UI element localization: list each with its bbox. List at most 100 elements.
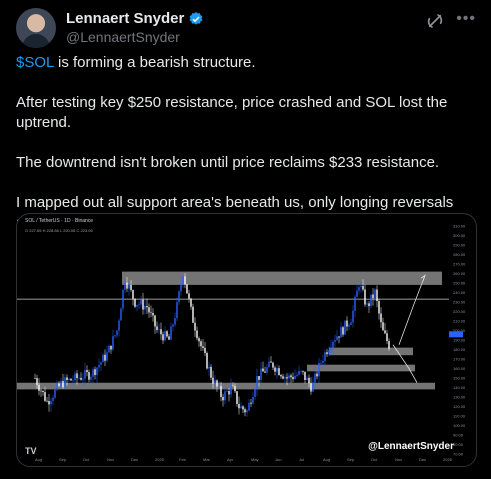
candle-body bbox=[168, 336, 170, 340]
candle-body bbox=[154, 315, 156, 327]
price-tick-label: 120.00 bbox=[453, 404, 466, 409]
grok-icon[interactable] bbox=[426, 12, 444, 30]
candle-body bbox=[244, 409, 246, 413]
candle-body bbox=[282, 376, 284, 379]
support-zone-1 bbox=[329, 347, 413, 356]
candle-body bbox=[312, 382, 314, 392]
price-tick-label: 240.00 bbox=[453, 290, 466, 295]
candle-body bbox=[150, 312, 152, 314]
tradingview-logo: TV bbox=[25, 446, 37, 456]
candle-body bbox=[276, 368, 278, 372]
post-line-1: $SOL is forming a bearish structure. bbox=[16, 53, 476, 73]
candle-body bbox=[328, 350, 330, 355]
current-price-tag bbox=[449, 331, 463, 338]
author-name[interactable]: Lennaert Snyder bbox=[66, 10, 184, 27]
post-line-3: The downtrend isn't broken until price r… bbox=[16, 154, 440, 171]
candle-body bbox=[232, 385, 234, 387]
candle-body bbox=[218, 386, 220, 387]
candle-body bbox=[250, 402, 252, 404]
candle-body bbox=[40, 390, 42, 392]
candle-body bbox=[110, 345, 112, 350]
time-tick-label: Aug bbox=[323, 457, 330, 462]
post-line-1-rest: is forming a bearish structure. bbox=[53, 54, 256, 71]
avatar[interactable] bbox=[16, 8, 56, 48]
candle-body bbox=[200, 341, 202, 347]
candle-body bbox=[86, 370, 88, 373]
candle-body bbox=[126, 282, 128, 289]
candle-body bbox=[262, 368, 264, 372]
candle-body bbox=[212, 377, 214, 384]
time-tick-label: Aug bbox=[35, 457, 42, 462]
candle-body bbox=[182, 276, 184, 285]
candle-body bbox=[142, 299, 144, 310]
post-text: $SOL is forming a bearish structure. Aft… bbox=[16, 53, 476, 233]
candle-body bbox=[324, 352, 326, 361]
time-tick-label: May bbox=[251, 457, 259, 462]
candle-body bbox=[82, 378, 84, 380]
candle-body bbox=[96, 367, 98, 376]
candle-body bbox=[298, 371, 300, 375]
candle-body bbox=[148, 307, 150, 313]
cashtag-link[interactable]: $SOL bbox=[16, 54, 54, 71]
time-tick-label: Sep bbox=[347, 457, 355, 462]
candle-body bbox=[372, 294, 374, 299]
candle-body bbox=[128, 285, 130, 289]
candle-body bbox=[270, 361, 272, 363]
candle-body bbox=[340, 327, 342, 338]
candle-body bbox=[336, 336, 338, 341]
candle-body bbox=[36, 378, 38, 385]
candle-body bbox=[350, 322, 352, 325]
candle-body bbox=[342, 327, 344, 335]
candle-body bbox=[306, 377, 308, 380]
candle-body bbox=[352, 310, 354, 323]
post-header: Lennaert Snyder @LennaertSnyder ••• bbox=[16, 8, 476, 48]
candle-body bbox=[310, 383, 312, 392]
candle-body bbox=[368, 303, 370, 307]
candle-body bbox=[156, 326, 158, 330]
candle-body bbox=[288, 375, 290, 379]
chart-image[interactable]: 310.00 300.00 290.00 280.00 270.00 260.00 250.… bbox=[16, 213, 477, 467]
author-name-row[interactable]: Lennaert Snyder bbox=[66, 10, 204, 27]
price-tick-label: 180.00 bbox=[453, 347, 466, 352]
candle-body bbox=[332, 341, 334, 348]
author-handle[interactable]: @LennaertSnyder bbox=[66, 29, 180, 45]
candle-body bbox=[314, 373, 316, 383]
candle-body bbox=[206, 352, 208, 369]
time-tick-label: Oct bbox=[83, 457, 90, 462]
candle-body bbox=[160, 329, 162, 335]
candle-body bbox=[326, 352, 328, 355]
candle-body bbox=[134, 298, 136, 307]
price-tick-label: 100.00 bbox=[453, 423, 466, 428]
candle-body bbox=[144, 305, 146, 310]
candle-body bbox=[234, 386, 236, 392]
more-icon[interactable]: ••• bbox=[456, 10, 476, 28]
price-tick-label: 260.00 bbox=[453, 271, 466, 276]
candle-body bbox=[300, 370, 302, 372]
time-tick-label: Apr bbox=[227, 457, 234, 462]
candle-body bbox=[76, 373, 78, 379]
candle-body bbox=[104, 354, 106, 361]
candle-body bbox=[106, 352, 108, 361]
candle-body bbox=[174, 318, 176, 325]
candle-body bbox=[296, 374, 298, 376]
candle-body bbox=[194, 322, 196, 331]
candle-body bbox=[258, 376, 260, 380]
candle-body bbox=[322, 360, 324, 363]
candle-body bbox=[152, 312, 154, 316]
price-tick-label: 290.00 bbox=[453, 243, 466, 248]
candle-body bbox=[202, 346, 204, 348]
price-chart: 310.00 300.00 290.00 280.00 270.00 260.00 250.… bbox=[17, 224, 466, 462]
price-tick-label: 80.00 bbox=[453, 442, 464, 447]
candle-body bbox=[294, 375, 296, 379]
candle-body bbox=[334, 340, 336, 342]
candle-body bbox=[186, 284, 188, 294]
candle-body bbox=[280, 375, 282, 377]
candle-body bbox=[188, 293, 190, 299]
candle-body bbox=[236, 391, 238, 404]
candle-body bbox=[376, 289, 378, 302]
projection-up bbox=[398, 275, 426, 345]
price-tick-label: 310.00 bbox=[453, 224, 466, 229]
post-line-2: After testing key $250 resistance, price… bbox=[16, 94, 448, 131]
candle-body bbox=[62, 380, 64, 388]
price-tick-label: 150.00 bbox=[453, 376, 466, 381]
